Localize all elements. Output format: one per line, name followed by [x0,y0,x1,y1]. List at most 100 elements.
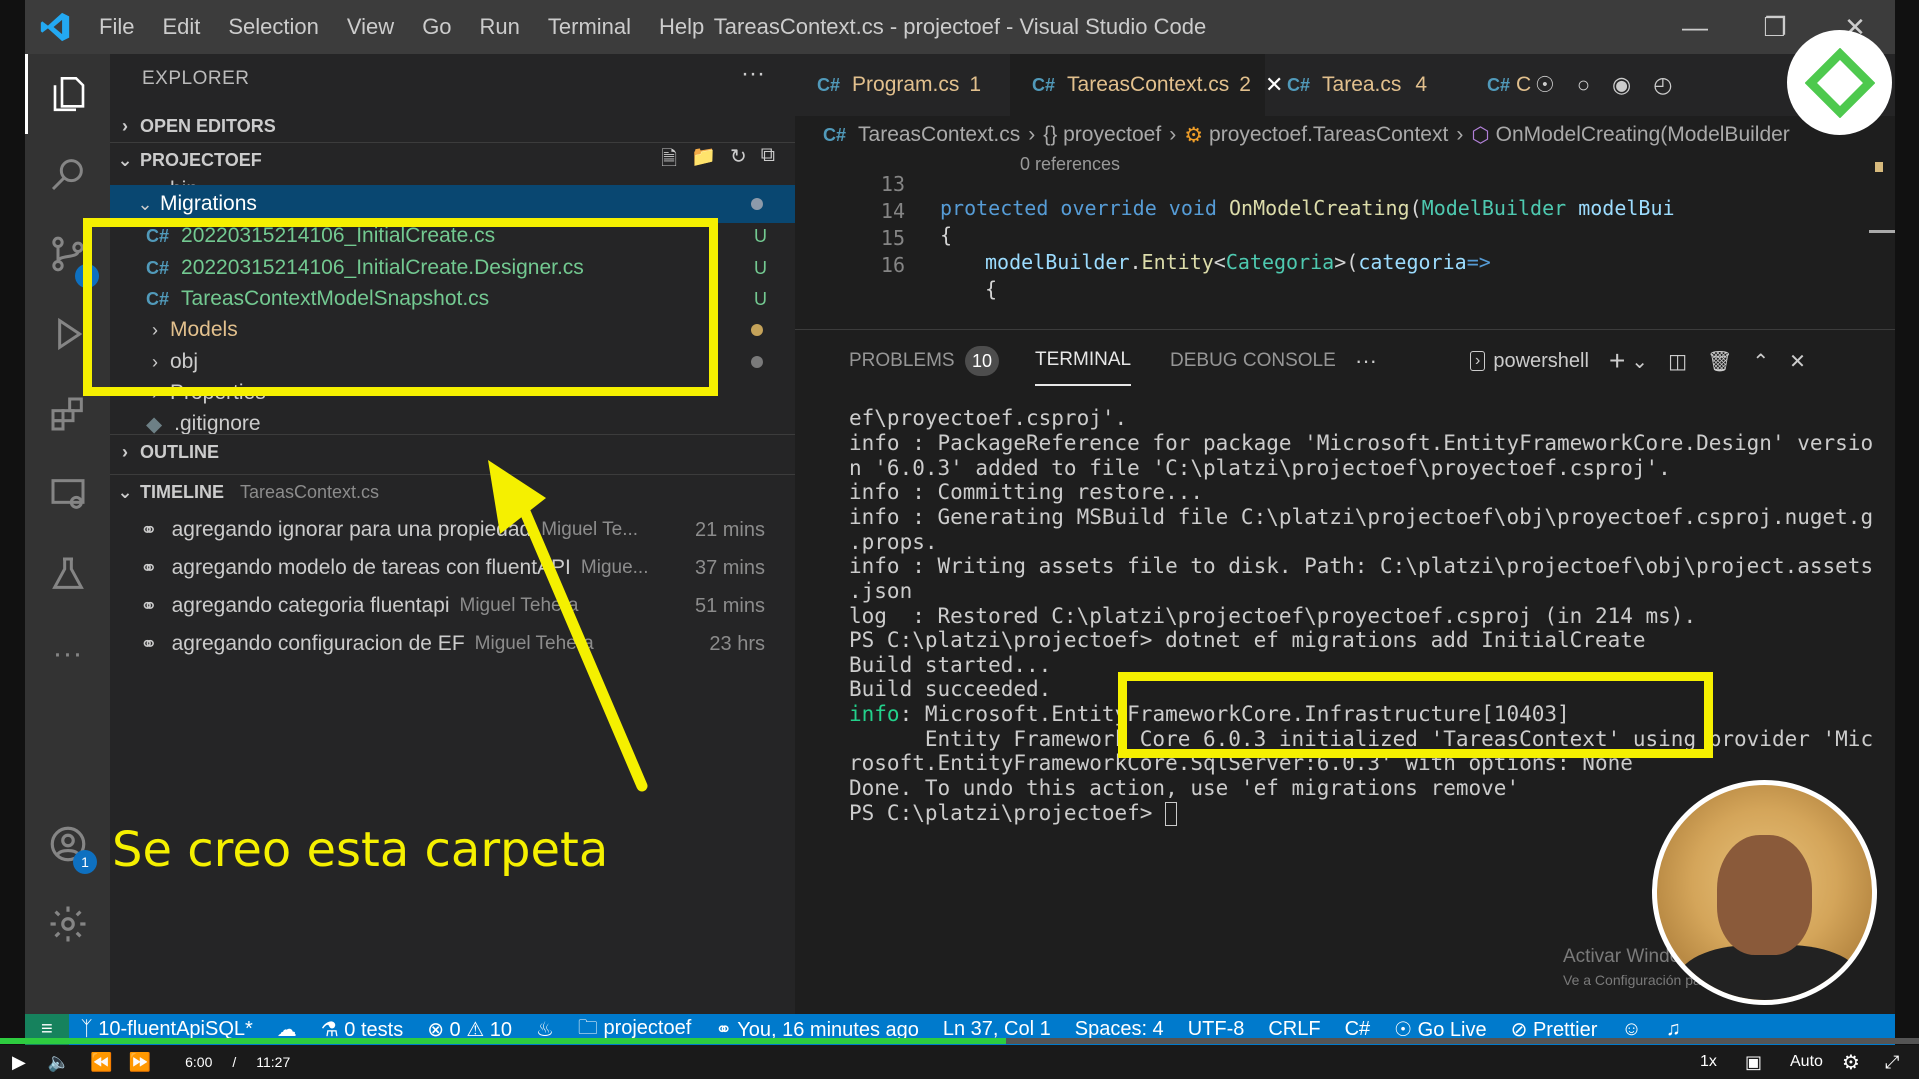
outline-section[interactable]: › OUTLINE [110,434,795,470]
git-compare-icon[interactable]: ☉ [1535,72,1555,98]
menu-view[interactable]: View [333,0,408,54]
chevron-down-icon: ⌄ [137,193,153,214]
tab-overflow[interactable]: C# C [1465,54,1535,116]
csharp-file-icon: C# [1487,74,1511,95]
untracked-badge: U [754,225,767,246]
explorer-icon[interactable] [25,54,110,134]
git-next-icon[interactable]: ◉ [1612,72,1631,98]
commit-icon: ⚭ [140,556,158,580]
timeline-item[interactable]: ⚭ agregando modelo de tareas con fluentA… [110,549,795,587]
tab-program-cs[interactable]: C# Program.cs 1 [795,54,1010,116]
breadcrumb-class[interactable]: proyectoef.TareasContext [1209,123,1448,147]
commit-icon: ⚭ [140,518,158,542]
terminal-shell-selector[interactable]: › powershell [1470,350,1589,373]
breadcrumb-method[interactable]: OnModelCreating(ModelBuilder [1496,123,1790,147]
close-panel-icon[interactable]: ✕ [1789,349,1806,374]
settings-icon[interactable]: ⚙ [1842,1050,1860,1075]
kill-terminal-icon[interactable]: 🗑 [1707,349,1732,374]
testing-icon[interactable] [25,534,110,614]
timeline-section[interactable]: ⌄ TIMELINE TareasContext.cs [110,474,795,510]
activity-bar: 6 ··· 1 [25,54,110,1014]
menu-selection[interactable]: Selection [214,0,333,54]
menu-terminal[interactable]: Terminal [534,0,645,54]
rewind-icon[interactable]: ⏪ [90,1052,112,1073]
code-line-13[interactable]: 13 protected override void OnModelCreati… [795,148,1895,220]
accounts-icon[interactable]: 1 [25,804,110,884]
git-file-icon: ◆ [146,412,163,436]
play-icon[interactable]: ▶ [12,1052,26,1073]
tab-problems[interactable]: PROBLEMS [849,330,955,392]
gitlens-logo-icon [1787,30,1892,135]
new-terminal-icon[interactable]: + [1609,345,1625,377]
open-editors-section[interactable]: › OPEN EDITORS [110,108,795,144]
panel-more-button[interactable]: ··· [1355,330,1377,392]
forward-icon[interactable]: ⏩ [129,1052,151,1073]
highlight-box-migrations [83,218,718,396]
timeline-file-label: TareasContext.cs [240,482,380,502]
terminal-command-line: PS C:\platzi\projectoef> dotnet ef migra… [849,628,1646,652]
explorer-more-button[interactable]: ··· [741,60,765,88]
terminal-line: ef\proyectoef.csproj'. [849,406,1128,430]
tab-terminal[interactable]: TERMINAL [1035,330,1132,386]
branch-icon: ᛉ [80,1018,99,1040]
menu-help[interactable]: Help [645,0,718,54]
timeline-item[interactable]: ⚭ agregando configuracion de EF Miguel T… [110,625,795,663]
fullscreen-icon[interactable]: ⤢ [1885,1052,1899,1073]
csharp-file-icon: C# [1032,74,1056,95]
split-terminal-icon[interactable]: ◫ [1668,349,1687,374]
minimap-marker [1875,162,1883,172]
tab-debug-console[interactable]: DEBUG CONSOLE [1170,330,1336,392]
menu-file[interactable]: File [85,0,148,54]
menu-edit[interactable]: Edit [148,0,214,54]
minimize-button[interactable]: — [1655,0,1735,54]
code-line-16[interactable]: 16 { [795,229,1895,301]
annotation-caption: Se creo esta carpeta [112,822,609,878]
csharp-file-icon: C# [1287,74,1311,95]
csharp-file-icon: C# [817,74,841,95]
tab-tarea-cs[interactable]: C# Tarea.cs 4 [1265,54,1465,116]
remote-explorer-icon[interactable] [25,454,110,534]
code-line-15[interactable]: 15 modelBuilder.Entity<Categoria>(catego… [795,202,1895,274]
video-player-controls: ▶ 🔈 ⏪ ⏩ 6:00 / 11:27 1x ▣ Auto ⚙ ⤢ [0,1045,1919,1079]
quality-button[interactable]: Auto [1790,1053,1823,1071]
settings-gear-icon[interactable] [25,884,110,964]
folder-icon: 🗀 [577,1016,604,1039]
terminal-line: Build started... [849,653,1052,677]
video-progress-fill [0,1038,1006,1044]
breadcrumb-file[interactable]: TareasContext.cs [858,123,1020,147]
menu-go[interactable]: Go [408,0,465,54]
vscode-logo-icon [25,0,85,54]
terminal-line: .json [849,579,913,603]
editor-tab-bar: C# Program.cs 1 C# TareasContext.cs 2 ✕ … [795,54,1895,116]
class-icon: ⚙ [1184,123,1204,147]
search-icon[interactable] [25,134,110,214]
terminal-line: info : Generating MSBuild file C:\platzi… [849,505,1874,529]
speed-button[interactable]: 1x [1700,1053,1717,1071]
chevron-right-icon: › [122,442,128,462]
volume-icon[interactable]: 🔈 [48,1052,70,1073]
terminal-line: log : Restored C:\platzi\projectoef\proy… [849,604,1697,628]
code-line-14[interactable]: 14 { [795,175,1895,247]
modified-dot [751,198,763,210]
tab-tareascontext-cs[interactable]: C# TareasContext.cs 2 ✕ [1010,54,1283,116]
terminal-prompt[interactable]: PS C:\platzi\projectoef> [849,801,1178,826]
video-progress-bar[interactable] [0,1038,1919,1044]
chevron-down-icon: ⌄ [117,482,133,502]
menu-run[interactable]: Run [466,0,534,54]
terminal-cursor [1165,802,1178,826]
problems-count-badge: 10 [965,346,999,376]
untracked-badge: U [754,288,767,309]
terminal-dropdown-icon[interactable]: ⌄ [1631,349,1648,374]
terminal-line: n '6.0.3' added to file 'C:\platzi\proje… [849,456,1671,480]
terminal-icon: › [1470,351,1486,371]
maximize-panel-icon[interactable]: ⌃ [1752,349,1769,374]
breadcrumb-namespace[interactable]: {} proyectoef [1043,123,1161,147]
timeline-item[interactable]: ⚭ agregando ignorar para una propiedad M… [110,511,795,549]
minimap-slider[interactable] [1869,230,1895,233]
git-previous-icon[interactable]: ○ [1577,72,1590,98]
theater-mode-icon[interactable]: ▣ [1745,1052,1762,1073]
chevron-right-icon: › [122,115,128,136]
timeline-item[interactable]: ⚭ agregando categoria fluentapi Miguel T… [110,587,795,625]
git-history-icon[interactable]: ◴ [1653,72,1672,98]
more-views-icon[interactable]: ··· [25,614,110,694]
